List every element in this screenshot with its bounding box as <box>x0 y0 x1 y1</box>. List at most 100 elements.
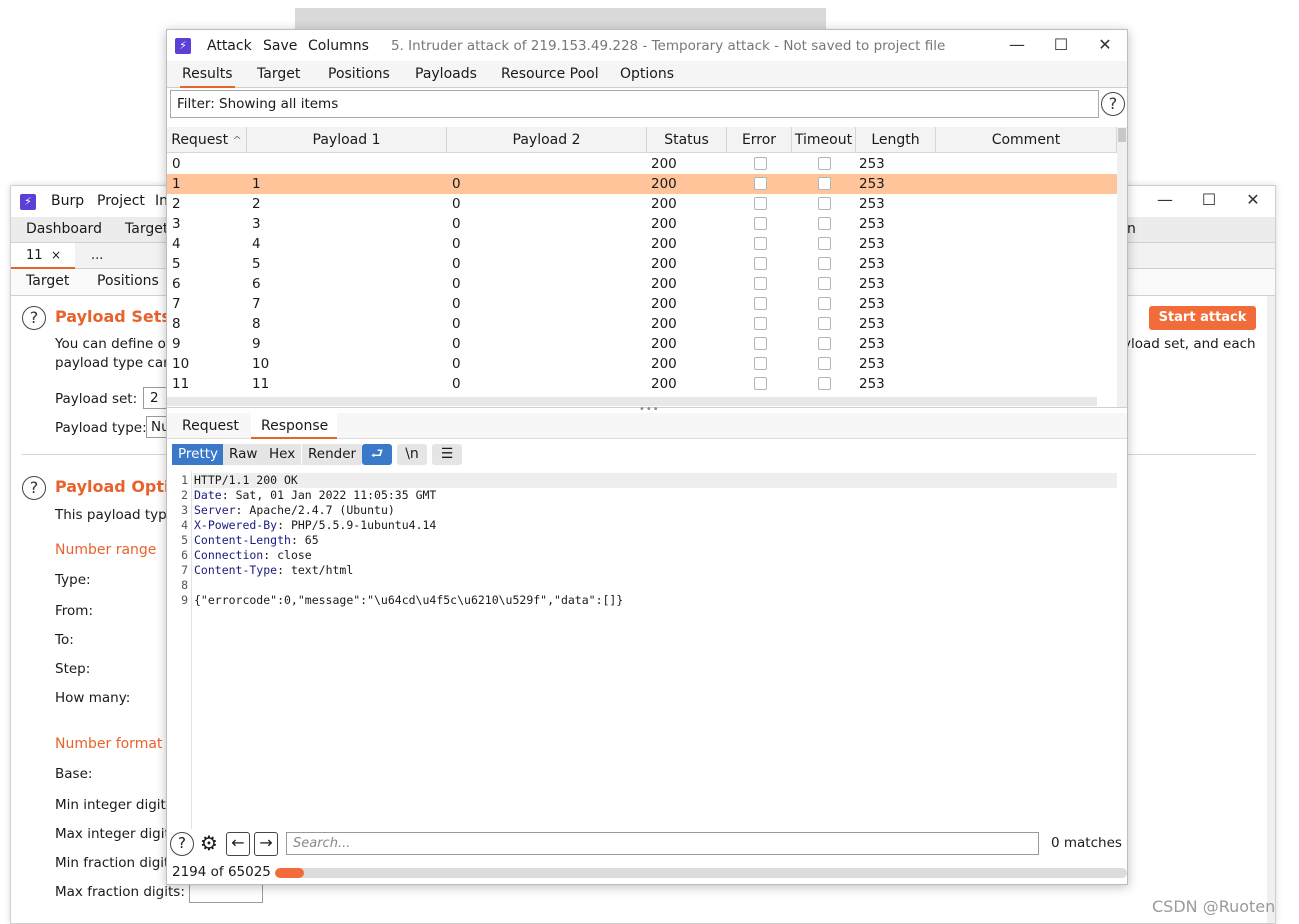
scrollbar[interactable] <box>1267 296 1275 923</box>
tab-options[interactable]: Options <box>618 61 676 88</box>
column-error[interactable]: Error <box>727 127 792 153</box>
error-checkbox <box>754 277 767 290</box>
format-min-int-label: Min integer digits: <box>55 797 178 813</box>
cell-payload-2: 0 <box>452 356 461 372</box>
close-icon[interactable]: ✕ <box>1241 190 1265 209</box>
table-row[interactable]: 1 1 0 200 253 <box>167 174 1117 194</box>
cell-status: 200 <box>651 296 677 312</box>
tab-positions-config[interactable]: Positions <box>97 273 159 289</box>
hex-button[interactable]: Hex <box>263 444 302 465</box>
column-comment[interactable]: Comment <box>936 127 1117 153</box>
menu-columns[interactable]: Columns <box>308 38 369 54</box>
help-icon[interactable]: ? <box>1101 92 1125 116</box>
menu-icon[interactable]: ☰ <box>432 444 462 465</box>
tab-request[interactable]: Request <box>180 413 241 439</box>
table-row[interactable]: 9 9 0 200 253 <box>167 334 1117 354</box>
number-range-heading: Number range <box>55 542 157 558</box>
cell-request: 2 <box>172 196 181 212</box>
menu-project[interactable]: Project <box>97 193 145 209</box>
tab-target-config[interactable]: Target <box>26 273 69 289</box>
minimize-icon[interactable]: — <box>1153 190 1177 209</box>
help-icon[interactable]: ? <box>22 476 46 500</box>
tab-more[interactable]: ... <box>91 248 103 263</box>
column-payload-1[interactable]: Payload 1 <box>247 127 447 153</box>
cell-payload-2: 0 <box>452 196 461 212</box>
help-icon[interactable]: ? <box>170 832 194 856</box>
watermark: CSDN @Ruoten <box>1152 897 1276 916</box>
help-icon[interactable]: ? <box>22 306 46 330</box>
cell-request: 9 <box>172 336 181 352</box>
close-icon[interactable]: ✕ <box>1093 35 1117 54</box>
cell-payload-2: 0 <box>452 216 461 232</box>
response-editor[interactable]: 123456789 HTTP/1.1 200 OK Date: Sat, 01 J… <box>170 471 1117 829</box>
table-row[interactable]: 3 3 0 200 253 <box>167 214 1117 234</box>
column-status[interactable]: Status <box>647 127 727 153</box>
word-wrap-icon[interactable]: ⮐ <box>362 444 392 465</box>
table-row[interactable]: 7 7 0 200 253 <box>167 294 1117 314</box>
table-row[interactable]: 11 11 0 200 253 <box>167 374 1117 394</box>
table-row[interactable]: 0 200 253 <box>167 154 1117 174</box>
search-input[interactable]: Search... <box>286 832 1039 855</box>
line-number: 9 <box>181 593 188 607</box>
burp-logo-icon: ⚡ <box>175 38 191 54</box>
table-row[interactable]: 6 6 0 200 253 <box>167 274 1117 294</box>
tab-results[interactable]: Results <box>180 61 235 88</box>
show-newlines-button[interactable]: \n <box>397 444 427 465</box>
line-number: 5 <box>181 533 188 547</box>
cell-request: 6 <box>172 276 181 292</box>
column-timeout[interactable]: Timeout <box>792 127 856 153</box>
tab-positions[interactable]: Positions <box>326 61 392 88</box>
cell-status: 200 <box>651 276 677 292</box>
line-value: Sat, 01 Jan 2022 11:05:35 GMT <box>228 488 437 502</box>
start-attack-button[interactable]: Start attack <box>1149 306 1256 330</box>
tab-dashboard[interactable]: Dashboard <box>26 221 102 237</box>
previous-match-arrow-icon[interactable]: ← <box>226 832 250 856</box>
tab-target[interactable]: Target <box>255 61 302 88</box>
results-hscrollbar[interactable] <box>167 397 1097 406</box>
table-row[interactable]: 10 10 0 200 253 <box>167 354 1117 374</box>
results-scrollbar-thumb[interactable] <box>1118 128 1126 142</box>
cell-status: 200 <box>651 316 677 332</box>
cell-length: 253 <box>859 216 885 232</box>
table-row[interactable]: 8 8 0 200 253 <box>167 314 1117 334</box>
render-button[interactable]: Render <box>302 444 363 465</box>
cell-request: 11 <box>172 376 190 392</box>
error-checkbox <box>754 157 767 170</box>
pretty-button[interactable]: Pretty <box>172 444 225 465</box>
header-name: Connection <box>194 548 264 562</box>
results-scrollbar[interactable] <box>1117 127 1127 407</box>
settings-gear-icon[interactable]: ⚙ <box>197 832 221 856</box>
tab-fragment[interactable]: n <box>1127 221 1136 237</box>
maximize-icon[interactable]: ☐ <box>1197 190 1221 209</box>
raw-button[interactable]: Raw <box>223 444 264 465</box>
window-title: 5. Intruder attack of 219.153.49.228 - T… <box>391 38 946 54</box>
payload-sets-desc-1: You can define on <box>55 336 175 352</box>
menu-attack[interactable]: Attack <box>207 38 252 54</box>
cell-status: 200 <box>651 216 677 232</box>
cell-payload-2: 0 <box>452 276 461 292</box>
table-row[interactable]: 5 5 0 200 253 <box>167 254 1117 274</box>
header-colon: : <box>277 563 285 577</box>
maximize-icon[interactable]: ☐ <box>1049 35 1073 54</box>
tab-resource-pool[interactable]: Resource Pool <box>499 61 601 88</box>
minimize-icon[interactable]: — <box>1005 35 1029 54</box>
next-match-arrow-icon[interactable]: → <box>254 832 278 856</box>
column-payload-2[interactable]: Payload 2 <box>447 127 647 153</box>
results-filter-bar[interactable]: Filter: Showing all items <box>170 90 1099 118</box>
column-length[interactable]: Length <box>856 127 936 153</box>
cell-request: 7 <box>172 296 181 312</box>
tab-response[interactable]: Response <box>251 413 337 439</box>
table-row[interactable]: 2 2 0 200 253 <box>167 194 1117 214</box>
table-row[interactable]: 4 4 0 200 253 <box>167 234 1117 254</box>
payload-set-label: Payload set: <box>55 391 138 407</box>
tab-11[interactable]: 11 × <box>11 243 75 269</box>
tab-target[interactable]: Target <box>125 221 168 237</box>
menu-burp[interactable]: Burp <box>51 193 84 209</box>
column-request[interactable]: Request ^ <box>167 127 247 153</box>
progress-count: 2194 of 65025 <box>172 864 271 880</box>
menu-save[interactable]: Save <box>263 38 297 54</box>
tab-close-icon[interactable]: × <box>51 248 61 262</box>
tab-payloads[interactable]: Payloads <box>413 61 479 88</box>
cell-status: 200 <box>651 156 677 172</box>
response-line: HTTP/1.1 200 OK <box>194 473 298 487</box>
